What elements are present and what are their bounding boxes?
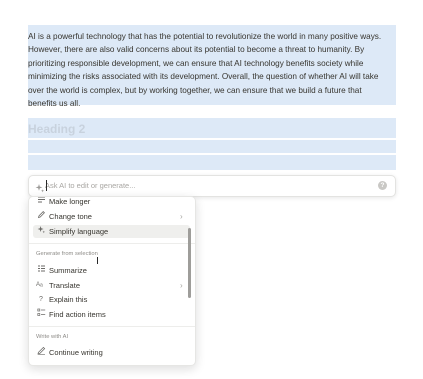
- heading-2: Heading 2: [28, 122, 86, 136]
- mouse-cursor: I: [96, 256, 99, 267]
- chevron-right-icon: ›: [180, 212, 183, 221]
- text-caret: [46, 180, 47, 191]
- menu-divider: [29, 326, 195, 327]
- paragraph-text: AI is a powerful technology that has the…: [28, 32, 382, 109]
- selected-empty-block[interactable]: [28, 140, 396, 153]
- ai-command-menu: Make longer Change tone › Simplify langu…: [28, 196, 196, 366]
- make-longer-icon: [36, 197, 46, 209]
- menu-item-simplify-language[interactable]: Simplify language: [33, 225, 190, 238]
- selected-empty-block[interactable]: [28, 155, 396, 170]
- menu-item-summarize[interactable]: Summarize: [33, 264, 190, 277]
- menu-item-continue-writing[interactable]: Continue writing: [33, 346, 190, 359]
- menu-item-make-longer[interactable]: Make longer: [33, 197, 190, 209]
- checklist-icon: [36, 308, 46, 322]
- question-icon: ?: [39, 296, 43, 303]
- menu-item-find-action-items[interactable]: Find action items: [33, 308, 190, 321]
- menu-item-explain-this[interactable]: ? Explain this: [33, 293, 190, 306]
- menu-item-translate[interactable]: Aa Translate ›: [33, 279, 190, 292]
- pencil-icon: [36, 346, 46, 360]
- summarize-icon: [36, 264, 46, 278]
- section-generate-from-selection: Generate from selection: [36, 251, 98, 257]
- sparkle-icon: [35, 180, 45, 193]
- help-icon[interactable]: ?: [378, 181, 387, 190]
- sparkle-icon: [36, 225, 46, 239]
- menu-scrollbar[interactable]: [188, 228, 191, 298]
- pen-icon: [36, 210, 46, 224]
- svg-text:a: a: [40, 283, 43, 289]
- ai-prompt-input[interactable]: [45, 179, 365, 192]
- section-write-with-ai: Write with AI: [36, 334, 69, 340]
- menu-item-change-tone[interactable]: Change tone ›: [33, 210, 190, 223]
- chevron-right-icon: ›: [180, 281, 183, 290]
- menu-divider: [29, 243, 195, 244]
- translate-icon: Aa: [36, 279, 46, 293]
- ai-prompt-bar[interactable]: ?: [28, 175, 396, 197]
